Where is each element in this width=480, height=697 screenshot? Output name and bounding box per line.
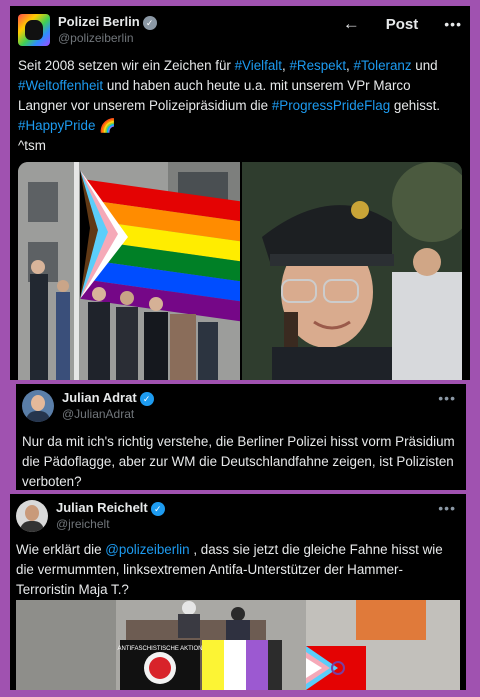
author-handle[interactable]: @jreichelt	[56, 517, 165, 532]
post-text: Seit 2008 setzen wir ein Zeichen für #Vi…	[18, 58, 441, 153]
top-bar: ← Post •••	[343, 14, 462, 34]
verified-badge-icon: ✓	[142, 15, 157, 30]
avatar[interactable]	[16, 500, 48, 532]
hashtag-link[interactable]: #ProgressPrideFlag	[272, 98, 390, 113]
hashtag-link[interactable]: #Respekt	[289, 58, 346, 73]
author-name[interactable]: Julian Adrat ✓	[62, 390, 154, 406]
more-dots-icon[interactable]: •••	[444, 16, 462, 32]
page-title: Post	[385, 15, 419, 33]
signature: ^tsm	[18, 138, 46, 153]
arrow-left-icon[interactable]: ←	[343, 14, 360, 34]
hashtag-link[interactable]: #Toleranz	[354, 58, 412, 73]
photo-flag-scene	[18, 162, 240, 380]
verified-badge-icon: ✓	[150, 501, 165, 516]
more-dots-icon[interactable]: •••	[438, 500, 456, 516]
author-name[interactable]: Polizei Berlin ✓	[58, 14, 157, 30]
avatar[interactable]	[22, 390, 54, 422]
photo-flag-hoisting[interactable]	[18, 162, 240, 380]
post-header: Polizei Berlin ✓ @polizeiberlin	[18, 14, 157, 46]
avatar[interactable]	[18, 14, 50, 46]
more-dots-icon[interactable]: •••	[438, 390, 456, 406]
hashtag-link[interactable]: #Vielfalt	[235, 58, 282, 73]
hashtag-link[interactable]: #Weltoffenheit	[18, 78, 103, 93]
author-name[interactable]: Julian Reichelt ✓	[56, 500, 165, 516]
berlin-bear-icon	[25, 20, 43, 40]
rainbow-emoji: 🌈	[99, 118, 116, 133]
photo-officer-scene	[242, 162, 462, 380]
post-polizei-berlin: Polizei Berlin ✓ @polizeiberlin ← Post ••…	[10, 6, 470, 380]
photo-antifa-banner[interactable]: ANTIFASCHISTISCHE AKTION	[16, 600, 460, 690]
post-julian-reichelt: Julian Reichelt ✓ @jreichelt ••• Wie erkl…	[10, 494, 466, 690]
banner-text: ANTIFASCHISTISCHE AKTION	[117, 646, 202, 652]
hashtag-link[interactable]: #HappyPride	[18, 118, 95, 133]
verified-badge-icon: ✓	[139, 391, 154, 406]
photo-banner-scene: ANTIFASCHISTISCHE AKTION	[16, 600, 460, 690]
author-handle[interactable]: @JulianAdrat	[62, 407, 154, 422]
post-text: Nur da mit ich's richtig verstehe, die B…	[22, 434, 455, 489]
author-handle[interactable]: @polizeiberlin	[58, 31, 157, 46]
photo-officer-portrait[interactable]	[242, 162, 462, 380]
post-julian-adrat: Julian Adrat ✓ @JulianAdrat ••• Nur da mi…	[10, 384, 466, 490]
post-header: Julian Adrat ✓ @JulianAdrat	[22, 390, 154, 422]
mention-link[interactable]: @polizeiberlin	[105, 542, 189, 557]
post-text: Wie erklärt die @polizeiberlin , dass si…	[16, 542, 443, 597]
post-header: Julian Reichelt ✓ @jreichelt	[16, 500, 165, 532]
